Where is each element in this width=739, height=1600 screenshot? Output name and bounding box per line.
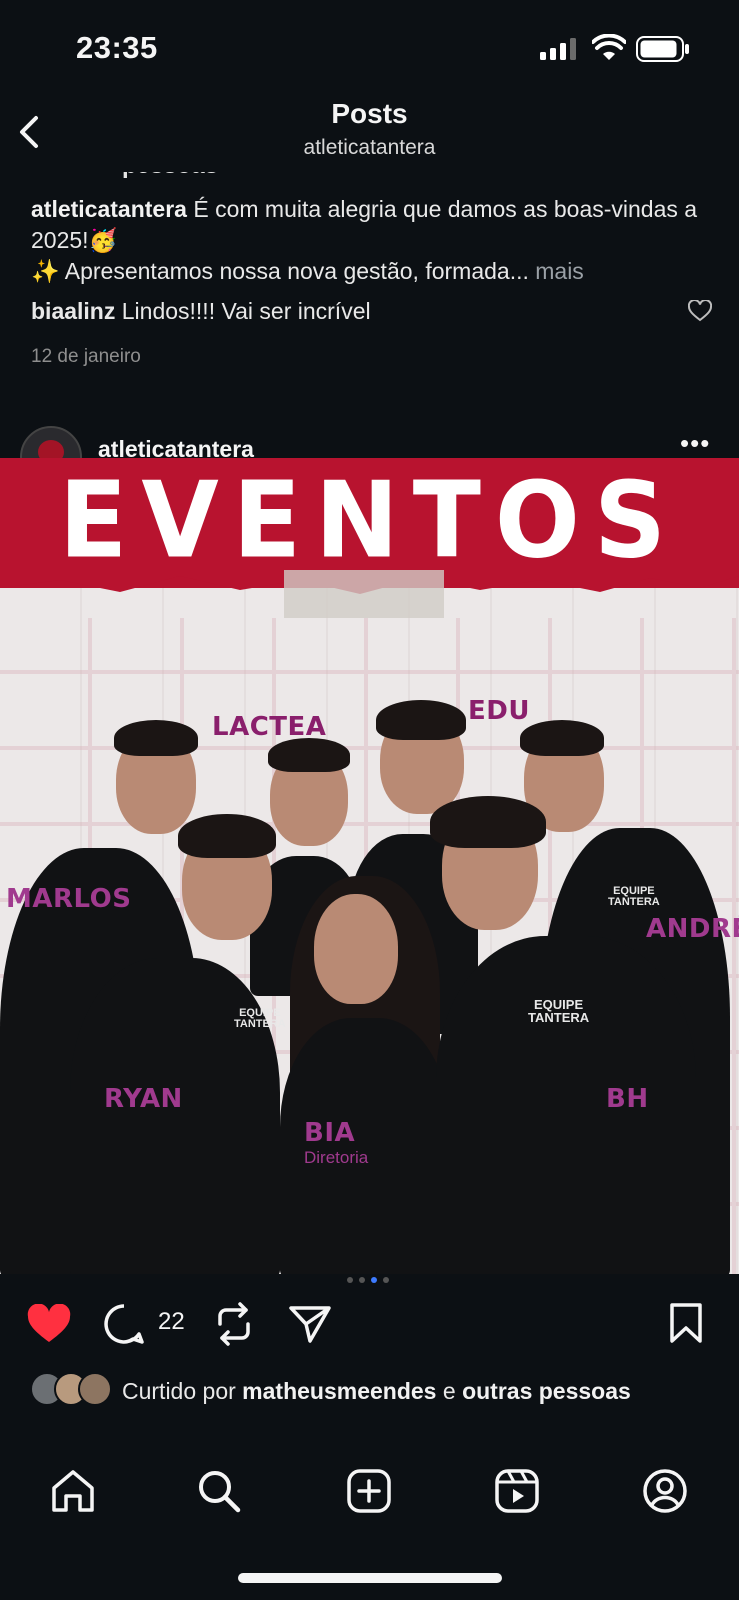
profile-icon[interactable] [642, 1468, 688, 1514]
person-ryan [70, 958, 280, 1274]
shirt-logo: EQUIPE TANTERA [528, 998, 589, 1024]
name-tag-edu: EDU [468, 696, 530, 726]
heart-icon[interactable] [26, 1304, 72, 1344]
post-caption: atleticatantera É com muita alegria que … [31, 194, 701, 287]
shirt-logo-bottom: TANTERA [528, 1010, 590, 1025]
role-label: Diretoria [304, 1148, 369, 1167]
likes-text: Curtido por matheusmeendes e outras pess… [122, 1376, 722, 1407]
home-icon[interactable] [50, 1468, 96, 1514]
shirt-logo-bottom: TANTERA [234, 1018, 286, 1030]
person-bh [436, 936, 696, 1274]
name-tag-andre: ANDRÉ [646, 914, 739, 944]
comment-like-icon[interactable] [688, 300, 712, 322]
reels-icon[interactable] [494, 1468, 540, 1514]
page-subtitle[interactable]: atleticatantera [0, 136, 739, 160]
image-headline: EVENTOS [59, 459, 680, 582]
search-icon[interactable] [196, 1468, 242, 1514]
pager-dot [359, 1277, 365, 1283]
likes-connector: e [442, 1378, 456, 1404]
battery-icon [636, 36, 689, 62]
send-icon[interactable] [288, 1304, 332, 1344]
post-actions: 22 [0, 1290, 739, 1360]
shirt-logo-bottom: TANTERA [608, 896, 660, 908]
more-options-icon[interactable]: ••• [680, 430, 710, 456]
page-title: Posts [331, 98, 408, 129]
shirt-logo: EQUIPE TANTERA [608, 886, 660, 908]
caption-username[interactable]: atleticatantera [31, 196, 187, 222]
post-date: 12 de janeiro [31, 346, 141, 367]
person-hair [114, 720, 198, 756]
comment-username[interactable]: biaalinz [31, 298, 115, 324]
likes-username[interactable]: matheusmeendes [242, 1378, 436, 1404]
clipped-likes-text: pessoas [122, 172, 218, 180]
home-indicator[interactable] [238, 1573, 502, 1583]
person-hair [520, 720, 604, 756]
comment-preview[interactable]: biaalinz Lindos!!!! Vai ser incrível [31, 298, 371, 325]
person-head [314, 894, 398, 1004]
person-hair [268, 738, 350, 772]
status-time: 23:35 [76, 30, 158, 65]
caption-line-2: ✨ Apresentamos nossa nova gestão, formad… [31, 258, 529, 284]
name-tag-lactea: LACTEA [212, 712, 327, 742]
likes-prefix: Curtido por [122, 1378, 236, 1404]
person-hair [376, 700, 466, 740]
carousel-indicator [344, 1270, 404, 1283]
wifi-icon [592, 34, 626, 60]
person-hair [178, 814, 276, 858]
repost-icon[interactable] [214, 1302, 254, 1346]
avatar[interactable] [20, 426, 82, 460]
comment-text: Lindos!!!! Vai ser incrível [121, 298, 371, 324]
name-tag-ryan: RYAN [104, 1084, 183, 1114]
likes-others[interactable]: outras pessoas [462, 1378, 631, 1404]
name-tag-marlos: MARLOS [6, 884, 132, 914]
cellular-signal-icon [540, 38, 576, 60]
shirt-logo: EQUIPE TANTERA [234, 1008, 286, 1030]
person-hair [430, 796, 546, 848]
name-tag-bh: BH [606, 1084, 649, 1114]
bookmark-icon[interactable] [668, 1302, 704, 1344]
add-post-icon[interactable] [346, 1468, 392, 1514]
post-header: atleticatantera ••• [0, 420, 739, 460]
previous-post: pessoas atleticatantera É com muita aleg… [0, 172, 739, 412]
post-username[interactable]: atleticatantera [98, 436, 254, 460]
likes-summary[interactable]: Curtido por matheusmeendes e outras pess… [0, 1370, 739, 1440]
avatar [78, 1372, 112, 1406]
name-tag-bia: BIA [304, 1118, 356, 1148]
status-bar: 23:35 [0, 0, 739, 96]
comment-icon[interactable] [102, 1302, 146, 1346]
comment-count[interactable]: 22 [158, 1308, 185, 1336]
liker-avatars [30, 1372, 116, 1406]
pager-dot [383, 1277, 389, 1283]
posts-header: Posts atleticatantera [0, 96, 739, 172]
pager-dot-active [371, 1277, 377, 1283]
pager-dot [347, 1277, 353, 1283]
post-image[interactable]: EVENTOS EQUIPE TANTERA EQUIPE TANTERA EQ… [0, 458, 739, 1274]
more-link[interactable]: mais [535, 258, 584, 284]
